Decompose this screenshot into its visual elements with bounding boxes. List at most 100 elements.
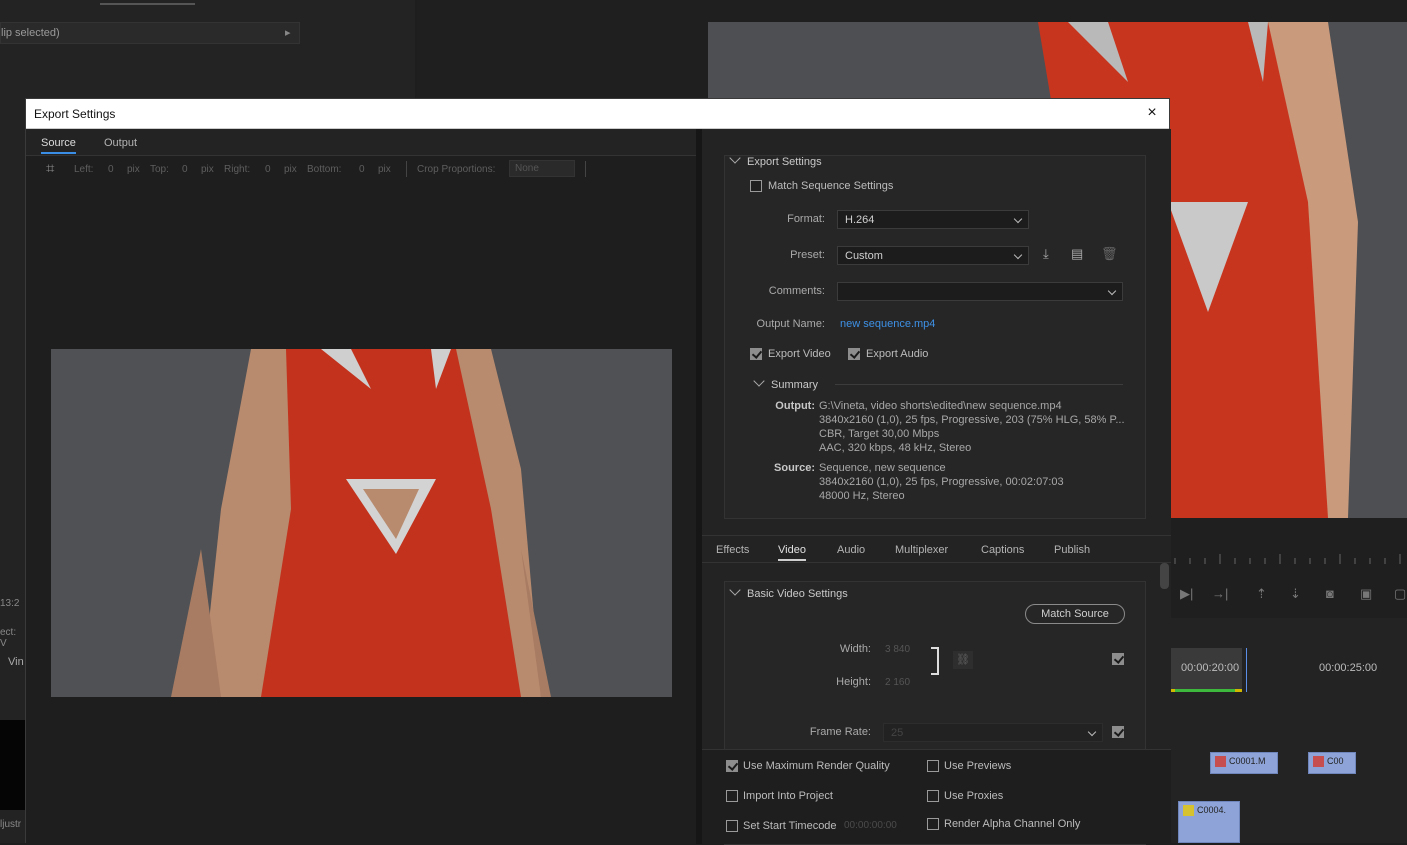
import-project-label: Import Into Project	[743, 790, 833, 802]
dialog-titlebar[interactable]: Export Settings ×	[26, 99, 1169, 129]
tab-effects[interactable]: Effects	[716, 544, 749, 556]
import-preset-icon[interactable]: ▤	[1071, 246, 1083, 262]
export-settings-pane: Export Settings Match Sequence Settings …	[702, 129, 1171, 845]
timeline-clip[interactable]: C00	[1308, 752, 1356, 774]
compare-icon[interactable]: ▣	[1360, 586, 1372, 602]
use-previews-checkbox[interactable]	[927, 760, 939, 772]
start-timecode-value[interactable]: 00:00:00:00	[844, 820, 897, 831]
camera-icon[interactable]: ◙	[1326, 586, 1334, 601]
timeline-clip[interactable]: C0004.	[1178, 801, 1240, 843]
crop-icon[interactable]: ⌗	[46, 160, 54, 177]
crop-unit: pix	[284, 164, 297, 175]
crop-bottom-label: Bottom:	[307, 164, 342, 175]
use-previews-label: Use Previews	[944, 760, 1012, 772]
crop-bottom-value[interactable]: 0	[359, 164, 365, 175]
crop-right-label: Right:	[224, 164, 251, 175]
match-sequence-label: Match Sequence Settings	[768, 180, 894, 192]
program-ruler	[1170, 540, 1407, 570]
crop-top-value[interactable]: 0	[182, 164, 188, 175]
tab-source[interactable]: Source	[41, 137, 76, 154]
summary-output-line: CBR, Target 30,00 Mbps	[819, 428, 940, 440]
bg-thumbnail	[0, 720, 25, 810]
summary-title: Summary	[771, 379, 819, 391]
export-settings-header[interactable]: Export Settings	[729, 152, 822, 168]
fx-icon	[1183, 805, 1194, 817]
lift-icon[interactable]: ⇡	[1256, 586, 1267, 602]
summary-output-line: 3840x2160 (1,0), 25 fps, Progressive, 20…	[819, 414, 1125, 426]
crop-unit: pix	[127, 164, 140, 175]
summary-output-line: AAC, 320 kbps, 48 kHz, Stereo	[819, 442, 972, 454]
summary-header[interactable]: Summary	[753, 375, 819, 391]
tab-audio[interactable]: Audio	[837, 544, 865, 556]
link-icon[interactable]: ⛓	[953, 651, 973, 669]
match-sequence-checkbox[interactable]	[750, 180, 762, 192]
height-value[interactable]: 2 160	[885, 677, 910, 688]
crop-top-label: Top:	[150, 164, 169, 175]
height-label: Height:	[836, 676, 871, 688]
timeline-timecode-25: 00:00:25:00	[1319, 662, 1378, 674]
dialog-title: Export Settings	[34, 107, 116, 121]
frame-rate-match-checkbox[interactable]	[1112, 726, 1124, 738]
summary-source-line: Sequence, new sequence	[819, 462, 946, 474]
bg-tab-snippet: Vin	[8, 656, 24, 668]
summary-output-label: Output:	[775, 400, 815, 412]
crop-right-value[interactable]: 0	[265, 164, 271, 175]
crop-proportions-select[interactable]: None	[509, 160, 575, 177]
import-project-checkbox[interactable]	[726, 790, 738, 802]
aspect-bracket	[931, 647, 939, 675]
preset-select[interactable]: Custom	[837, 246, 1029, 265]
chevron-down-icon[interactable]	[753, 375, 765, 387]
tab-output[interactable]: Output	[104, 137, 137, 149]
export-settings-section: Export Settings Match Sequence Settings …	[724, 152, 1146, 519]
export-frame-icon[interactable]: ▢	[1394, 586, 1406, 602]
render-alpha-label: Render Alpha Channel Only	[944, 818, 1081, 830]
summary-source-lines: Sequence, new sequence 3840x2160 (1,0), …	[819, 461, 1064, 503]
step-forward-icon[interactable]: ▶|	[1180, 586, 1193, 602]
tab-multiplexer[interactable]: Multiplexer	[895, 544, 948, 556]
bg-adjust-snippet: ljustr	[0, 819, 22, 830]
max-render-quality-checkbox[interactable]	[726, 760, 738, 772]
dimension-match-checkbox[interactable]	[1112, 653, 1124, 665]
expand-arrow-icon[interactable]: ▸	[285, 26, 291, 39]
comments-input[interactable]	[837, 282, 1123, 301]
go-to-out-icon[interactable]: →|	[1212, 586, 1228, 601]
render-bar-green	[1175, 689, 1235, 692]
preset-label: Preset:	[790, 249, 825, 261]
timeline-panel: 00:00:20:00 00:00:25:00 C0001.M C00 C000…	[1170, 618, 1407, 843]
max-render-quality-label: Use Maximum Render Quality	[743, 760, 890, 772]
export-settings-dialog: Export Settings × Source Output ⌗ Left: …	[25, 98, 1171, 845]
export-audio-checkbox[interactable]	[848, 348, 860, 360]
crop-left-value[interactable]: 0	[108, 164, 114, 175]
width-value[interactable]: 3 840	[885, 644, 910, 655]
output-name-link[interactable]: new sequence.mp4	[840, 318, 935, 330]
tab-publish[interactable]: Publish	[1054, 544, 1090, 556]
delete-preset-icon[interactable]: 🗑	[1101, 246, 1118, 262]
frame-rate-label: Frame Rate:	[809, 726, 871, 738]
effect-controls-header[interactable]: lip selected) ▸	[0, 22, 300, 44]
chevron-down-icon[interactable]	[729, 152, 741, 164]
use-proxies-checkbox[interactable]	[927, 790, 939, 802]
extract-icon[interactable]: ⇣	[1290, 586, 1301, 602]
summary-output-line: G:\Vineta, video shorts\edited\new seque…	[819, 400, 1062, 412]
chevron-down-icon[interactable]	[729, 584, 741, 596]
timeline-clip[interactable]: C0001.M	[1210, 752, 1278, 774]
start-timecode-checkbox[interactable]	[726, 820, 738, 832]
render-alpha-checkbox[interactable]	[927, 818, 939, 830]
match-source-button[interactable]: Match Source	[1025, 604, 1125, 624]
crop-toolbar: ⌗ Left: 0 pix Top: 0 pix Right: 0 pix Bo…	[26, 157, 696, 183]
comments-label: Comments:	[768, 285, 825, 297]
export-video-checkbox[interactable]	[750, 348, 762, 360]
basic-video-header[interactable]: Basic Video Settings	[729, 584, 848, 600]
settings-tabs: Effects Video Audio Multiplexer Captions…	[702, 535, 1171, 563]
close-icon[interactable]: ×	[1143, 104, 1161, 122]
frame-rate-select[interactable]: 25	[883, 723, 1103, 742]
tab-captions[interactable]: Captions	[981, 544, 1024, 556]
save-preset-icon[interactable]: ⤓	[1043, 246, 1049, 262]
tab-video[interactable]: Video	[778, 544, 806, 561]
divider	[406, 161, 407, 177]
format-select[interactable]: H.264	[837, 210, 1029, 229]
export-settings-title: Export Settings	[747, 156, 822, 168]
playhead[interactable]	[1246, 648, 1247, 692]
divider	[585, 161, 586, 177]
settings-scrollbar[interactable]	[1160, 563, 1169, 589]
